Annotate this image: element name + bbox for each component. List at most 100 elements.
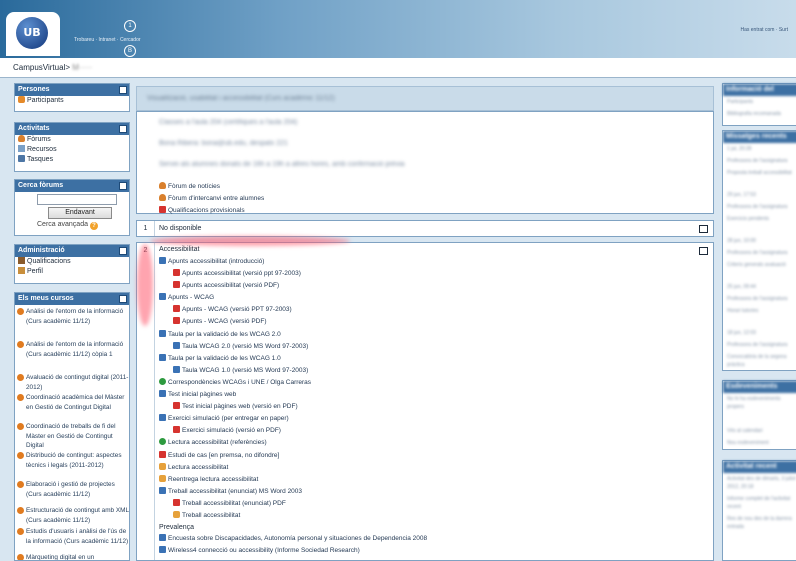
ub-logo-mark: UB: [16, 17, 48, 49]
assign-icon: [159, 462, 166, 470]
resource-link[interactable]: Estudi de cas [en premsa, no difondre]: [159, 450, 691, 462]
course-link[interactable]: Avaluació de contingut digital (2011-201…: [15, 373, 129, 393]
right-block-events-header: Esdeveniments propers: [723, 381, 796, 402]
resource-link[interactable]: Apunts - WCAG (versió PPT 97-2003): [159, 304, 691, 316]
help-icon[interactable]: ?: [89, 222, 98, 230]
course-link[interactable]: Coordinació de treballs de fi del Màster…: [15, 422, 129, 451]
resource-link[interactable]: Correspondències WCAGs i UNE / Olga Carr…: [159, 377, 691, 389]
resource-label: Fòrum de notícies: [168, 183, 221, 190]
right-block-line: Criteris generals avaluació: [727, 262, 786, 268]
resource-link[interactable]: Apunts - WCAG: [159, 292, 691, 304]
forums-label: Fòrums: [27, 136, 51, 143]
block-toggle-icon[interactable]: [119, 295, 127, 303]
resource-icon: [18, 145, 25, 152]
participants-link[interactable]: Participants: [15, 96, 129, 106]
course-link[interactable]: Distribució de contingut: aspectes tècni…: [15, 451, 129, 480]
block-els-meus-cursos: Els meus cursos Anàlisi de l'entorn de l…: [14, 292, 130, 561]
right-block-line[interactable]: Informe complet de l'activitat recent: [723, 493, 796, 513]
header-dot-icon[interactable]: 1: [124, 20, 136, 32]
ub-logo[interactable]: UB: [6, 12, 60, 56]
resource-link[interactable]: Taula per la validació de les WCAG 2.0: [159, 329, 691, 341]
right-block-line[interactable]: Nou esdeveniment: [723, 437, 796, 449]
breadcrumb-current[interactable]: M·····: [72, 63, 92, 72]
resource-label: Taula WCAG 1.0 (versió MS Word 97-2003): [182, 366, 309, 374]
file-icon: [159, 390, 166, 398]
resource-label: Apunts accessibilitat (versió PDF): [182, 282, 280, 290]
resource-link[interactable]: Test inicial pàgines web (versió en PDF): [159, 401, 691, 413]
header-links[interactable]: Trobareu · Intranet · Cercador: [74, 37, 141, 43]
course-link[interactable]: Anàlisi de l'entorn de la informació (Cu…: [15, 307, 129, 340]
block-toggle-icon[interactable]: [119, 86, 127, 94]
resource-link[interactable]: Treball accessibilitat (enunciat) PDF: [159, 498, 691, 510]
resource-link[interactable]: Apunts - WCAG (versió PDF): [159, 316, 691, 328]
resource-label: Reentrega lectura accessibilitat: [168, 475, 259, 483]
resource-link[interactable]: Treball accessibilitat: [159, 510, 691, 522]
right-block-line: 18 jun, 12:03: [727, 330, 756, 336]
header-dot-icon[interactable]: B: [124, 45, 136, 57]
profile-link[interactable]: Perfil: [15, 267, 129, 277]
block-toggle-icon[interactable]: [119, 125, 127, 133]
file-icon: [173, 341, 180, 349]
resource-link[interactable]: Encuesta sobre Discapacidades, Autonomía…: [159, 533, 691, 545]
course-link[interactable]: Estudis d'usuaris i anàlisi de l'ús de l…: [15, 527, 129, 553]
pdf-icon: [173, 281, 180, 289]
block-cursos-header: Els meus cursos: [15, 293, 129, 305]
resource-link[interactable]: Apunts accessibilitat (versió ppt 97-200…: [159, 268, 691, 280]
right-block-line[interactable]: Participants: [723, 96, 796, 108]
resource-link[interactable]: Taula WCAG 2.0 (versió MS Word 97-2003): [159, 341, 691, 353]
file-icon: [173, 365, 180, 373]
resource-link[interactable]: Apunts accessibilitat (versió PDF): [159, 280, 691, 292]
news-forum-link[interactable]: Fòrum de notícies: [159, 181, 691, 193]
resource-label: Lectura accessibilitat: [168, 463, 229, 471]
forum-search-input[interactable]: [37, 194, 117, 205]
resource-link[interactable]: Apunts accessibilitat (introducció): [159, 256, 691, 268]
course-link[interactable]: Anàlisi de l'entorn de la informació (Cu…: [15, 340, 129, 373]
course-label: Anàlisi de l'entorn de la informació (Cu…: [26, 308, 124, 325]
right-block-line: Convocatòria de la segona pràctica: [727, 354, 787, 368]
resource-link[interactable]: Wireless4 connecció ou accessibility (In…: [159, 545, 691, 557]
advanced-search-label: Cerca avançada: [37, 221, 88, 228]
resource-link[interactable]: Exercici simulació (versió en PDF): [159, 425, 691, 437]
block-toggle-icon[interactable]: [119, 182, 127, 190]
resource-link[interactable]: Taula WCAG 1.0 (versió MS Word 97-2003): [159, 365, 691, 377]
resource-link[interactable]: Exercici simulació (per entregar en pape…: [159, 413, 691, 425]
right-block-line[interactable]: Vés al calendari: [723, 413, 796, 437]
profile-label: Perfil: [27, 268, 43, 275]
resource-link[interactable]: Lectura accessibilitat: [159, 462, 691, 474]
course-link[interactable]: Coordinació acadèmica del Màster en Gest…: [15, 393, 129, 422]
resource-label: Apunts - WCAG (versió PPT 97-2003): [182, 306, 292, 314]
course-link[interactable]: Estructuració de contingut amb XML (Curs…: [15, 506, 129, 527]
course-icon: [17, 308, 24, 315]
breadcrumb-home[interactable]: CampusVirtual: [13, 63, 65, 72]
pdf-icon: [159, 206, 166, 214]
right-block-line: Horari tutories: [727, 308, 759, 314]
resources-link[interactable]: Recursos: [15, 145, 129, 155]
forums-link[interactable]: Fòrums: [15, 135, 129, 145]
tasks-link[interactable]: Tasques: [15, 155, 129, 165]
right-block-line[interactable]: Bibliografia recomanada: [723, 108, 796, 120]
right-block-line: Proposta treball accessibilitat: [727, 170, 792, 176]
file-icon: [159, 257, 166, 264]
right-block-recent-header: Activitat recent: [723, 461, 796, 473]
section-toggle-icon[interactable]: [699, 247, 708, 255]
course-link[interactable]: Màrqueting digital en un: [15, 553, 129, 560]
section-toggle-icon[interactable]: [699, 225, 708, 233]
resource-link[interactable]: Test inicial pàgines web: [159, 389, 691, 401]
grades-link[interactable]: Qualificacions: [15, 257, 129, 267]
right-block-info-header: Informació del Campus: [723, 84, 796, 105]
search-go-button[interactable]: Endavant: [48, 207, 112, 219]
provisional-grades-link[interactable]: Qualificacions provisionals: [159, 205, 691, 217]
forum-icon: [159, 182, 166, 189]
advanced-search-link[interactable]: Cerca avançada ?: [37, 221, 100, 230]
tasks-label: Tasques: [27, 156, 54, 163]
block-persones-header: Persones: [15, 84, 129, 96]
right-block-line: Professora de l'assignatura: [727, 342, 788, 348]
resource-link[interactable]: Taula per la validació de les WCAG 1.0: [159, 353, 691, 365]
resource-link[interactable]: Lectura accessibilitat (referències): [159, 437, 691, 449]
block-toggle-icon[interactable]: [119, 247, 127, 255]
course-link[interactable]: Elaboració i gestió de projectes (Curs a…: [15, 480, 129, 506]
exchange-forum-link[interactable]: Fòrum d'intercanvi entre alumnes: [159, 193, 691, 205]
resource-link[interactable]: Treball accessibilitat (enunciat) MS Wor…: [159, 486, 691, 498]
resource-link[interactable]: Reentrega lectura accessibilitat: [159, 474, 691, 486]
header-user-info[interactable]: Has entrat com · Surt: [740, 27, 788, 33]
